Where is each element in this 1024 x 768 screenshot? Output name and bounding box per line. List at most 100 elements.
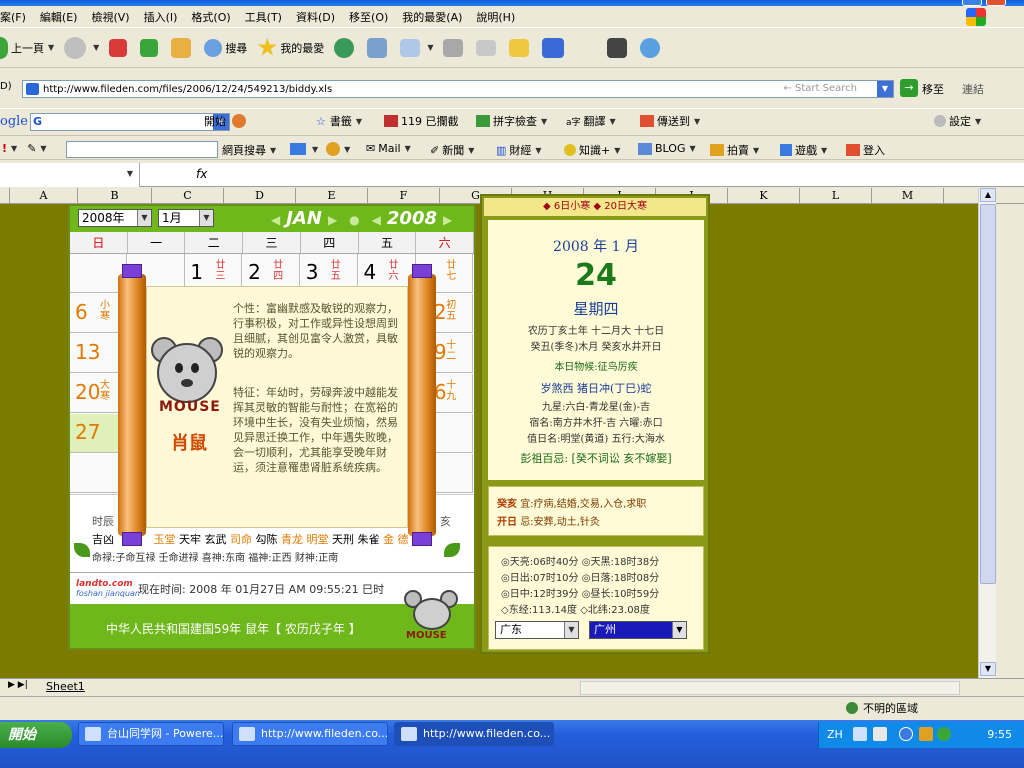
forward-arrow-icon (64, 36, 87, 59)
yahoo-logo-button[interactable]: ! ▼ ✎ ▼ (2, 142, 47, 155)
prev-year-icon[interactable]: ◀ (372, 213, 381, 227)
tray-icon[interactable] (899, 727, 913, 741)
search-button[interactable]: 搜尋 (204, 38, 248, 57)
finance-link[interactable]: ▥ 財經 ▼ (496, 142, 542, 158)
popup-blocked-button[interactable]: 119 已攔截 (384, 113, 459, 129)
menu-data[interactable]: 資料(D) (296, 9, 335, 25)
language-indicator[interactable]: ZH (827, 728, 843, 741)
links-label[interactable]: 連結 (962, 81, 984, 97)
lunar-day: 廿七 (446, 260, 457, 282)
bookmarks-button[interactable]: ☆ 書籤 ▼ (316, 113, 362, 129)
go-label[interactable]: 移至 (922, 81, 944, 97)
month-select[interactable]: 1月 ▼ (158, 209, 214, 227)
task-taishan[interactable]: 台山同学网 - Powere... (78, 722, 224, 746)
column-f[interactable]: F (368, 188, 440, 204)
tray-icon[interactable] (853, 727, 867, 741)
translate-button[interactable]: a字 翻譯 ▼ (566, 113, 616, 129)
chevron-down-icon: ▼ (137, 210, 151, 226)
settings-button[interactable]: 設定 ▼ (934, 113, 981, 129)
task-fileden-2[interactable]: http://www.fileden.co... (394, 722, 554, 746)
tools-button[interactable] (367, 37, 390, 58)
menu-favorites[interactable]: 我的最愛(A) (402, 9, 462, 25)
messenger-button[interactable] (542, 37, 567, 58)
send-to-button[interactable]: 傳送到 ▼ (640, 113, 700, 129)
tray-icon[interactable] (919, 727, 933, 741)
weekday-sat: 六 (416, 232, 475, 253)
print-button[interactable] (443, 38, 466, 57)
select-all-corner[interactable] (0, 188, 10, 204)
name-box[interactable]: ▼ (0, 163, 140, 187)
task-fileden-1[interactable]: http://www.fileden.co... (232, 722, 388, 746)
province-select[interactable]: 广东 ▼ (495, 621, 579, 639)
column-b[interactable]: B (78, 188, 152, 204)
search-label: 搜尋 (225, 41, 248, 55)
column-e[interactable]: E (296, 188, 368, 204)
google-start-button[interactable]: 開始 (204, 113, 246, 129)
blog-link[interactable]: BLOG ▼ (638, 142, 696, 155)
favorites-button[interactable]: 我的最愛 (257, 37, 324, 58)
tab-nav-icon[interactable]: ▶ ▶| (8, 680, 28, 690)
column-d[interactable]: D (224, 188, 296, 204)
column-a[interactable]: A (10, 188, 78, 204)
next-month-icon[interactable]: ▶ (328, 213, 337, 227)
fx-icon[interactable]: fx (196, 167, 207, 181)
menu-view[interactable]: 檢視(V) (91, 9, 129, 25)
mail-button[interactable]: ▼ (400, 38, 433, 57)
knowledge-link[interactable]: 知識+ ▼ (564, 142, 620, 158)
history-icon (334, 37, 355, 58)
address-input[interactable]: http://www.fileden.com/files/2006/12/24/… (22, 80, 894, 98)
horizontal-scrollbar[interactable] (580, 681, 960, 695)
edit-button[interactable] (476, 39, 499, 56)
column-m[interactable]: M (872, 188, 944, 204)
chevron-down-icon: ▼ (199, 210, 213, 226)
forward-button[interactable]: ▼ (64, 36, 99, 59)
refresh-button[interactable] (140, 38, 161, 57)
vertical-scroll-thumb[interactable] (980, 204, 996, 584)
go-button[interactable]: → (900, 79, 918, 97)
column-k[interactable]: K (728, 188, 800, 204)
scroll-down-icon[interactable]: ▼ (980, 662, 996, 676)
vertical-scrollbar[interactable]: ▲ ▼ (978, 188, 996, 678)
column-l[interactable]: L (800, 188, 872, 204)
tray-icon[interactable] (873, 727, 887, 741)
games-link[interactable]: 遊戲 ▼ (780, 142, 827, 158)
mail-link[interactable]: ✉ Mail ▼ (366, 142, 411, 155)
menu-help[interactable]: 說明(H) (476, 9, 515, 25)
history-button[interactable] (334, 37, 357, 58)
sheet-tab-sheet1[interactable]: Sheet1 (46, 680, 85, 693)
web-search-button[interactable]: 網頁搜尋 ▼ (222, 142, 276, 158)
news-link[interactable]: ✐ 新聞 ▼ (430, 142, 474, 158)
address-url: http://www.fileden.com/files/2006/12/24/… (43, 83, 333, 95)
year-select[interactable]: 2008年 ▼ (78, 209, 152, 227)
brand-logo[interactable]: landto.com (76, 579, 133, 589)
scroll-up-icon[interactable]: ▲ (980, 188, 996, 202)
prev-month-icon[interactable]: ◀ (271, 213, 280, 227)
people-button[interactable] (640, 37, 663, 58)
google-search-input[interactable]: G ▼ (30, 113, 230, 131)
yahoo-menu-button[interactable]: ▼ ▼ (290, 142, 350, 156)
day-officer: 值日名:明堂(黄道) 五行:大海水 (527, 434, 665, 445)
login-link[interactable]: 登入 (846, 142, 885, 158)
folder-button[interactable] (509, 38, 532, 57)
address-dropdown-button[interactable]: ▼ (877, 81, 893, 97)
menu-insert[interactable]: 插入(I) (144, 9, 178, 25)
column-c[interactable]: C (152, 188, 224, 204)
stop-button[interactable] (109, 38, 130, 57)
spell-check-button[interactable]: 拼字檢查 ▼ (476, 113, 547, 129)
menu-file[interactable]: 案(F) (0, 9, 26, 25)
back-button[interactable]: 上一頁 ▼ (0, 36, 54, 59)
menu-edit[interactable]: 編輯(E) (40, 9, 78, 25)
jixiong-label: 吉凶 (92, 533, 114, 546)
city-select[interactable]: 广州 ▼ (589, 621, 687, 639)
menu-tools[interactable]: 工具(T) (245, 9, 282, 25)
yahoo-search-input[interactable] (66, 141, 218, 158)
auction-link[interactable]: 拍賣 ▼ (710, 142, 759, 158)
next-year-icon[interactable]: ▶ (443, 213, 452, 227)
home-button[interactable] (171, 37, 194, 58)
menu-goto[interactable]: 移至(O) (349, 9, 388, 25)
today-icon[interactable]: ● (349, 213, 359, 227)
menu-format[interactable]: 格式(O) (191, 9, 230, 25)
tray-icon[interactable] (937, 727, 951, 741)
start-button[interactable]: 開始 (0, 722, 72, 748)
app-button[interactable] (607, 37, 630, 58)
